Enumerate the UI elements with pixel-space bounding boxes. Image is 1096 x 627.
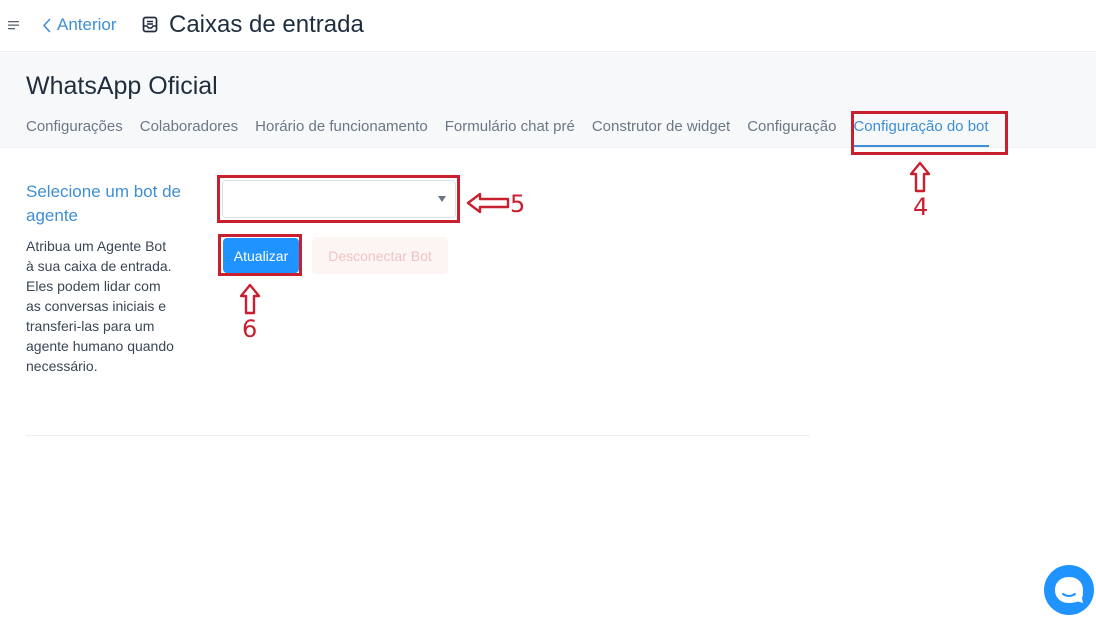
tab-configuracoes[interactable]: Configurações	[26, 118, 123, 138]
back-label: Anterior	[57, 15, 117, 34]
arrow-left-annotation-5	[466, 192, 510, 214]
tab-formulario[interactable]: Formulário chat pré	[445, 118, 575, 138]
annotation-box-tab	[851, 111, 1008, 155]
annotation-box-select	[217, 175, 460, 223]
section-description: Atribua um Agente Bot à sua caixa de ent…	[26, 238, 174, 374]
tab-colaboradores[interactable]: Colaboradores	[140, 118, 238, 138]
annotation-number-6: 6	[242, 315, 258, 343]
top-bar: Anterior Caixas de entrada	[0, 0, 1096, 52]
section-title: Selecione um bot de agente	[26, 182, 181, 225]
disconnect-bot-button: Desconectar Bot	[312, 237, 448, 274]
arrow-up-annotation-6	[239, 283, 261, 315]
chevron-left-icon	[43, 18, 51, 32]
annotation-number-5: 5	[510, 190, 526, 218]
chat-widget-button[interactable]	[1044, 565, 1094, 615]
inbox-name: WhatsApp Oficial	[26, 72, 218, 100]
inbox-icon	[142, 16, 158, 33]
menu-icon[interactable]	[8, 19, 20, 31]
annotation-number-4: 4	[913, 193, 929, 221]
chat-bubble-icon	[1055, 577, 1083, 603]
page-title: Caixas de entrada	[169, 11, 364, 38]
tab-horario[interactable]: Horário de funcionamento	[255, 118, 428, 138]
arrow-up-annotation-4	[909, 161, 931, 193]
back-button[interactable]: Anterior	[42, 14, 117, 36]
divider	[26, 435, 810, 436]
annotation-box-update	[218, 234, 302, 276]
tab-construtor-widget[interactable]: Construtor de widget	[592, 118, 730, 138]
tab-configuracao[interactable]: Configuração	[747, 118, 836, 138]
